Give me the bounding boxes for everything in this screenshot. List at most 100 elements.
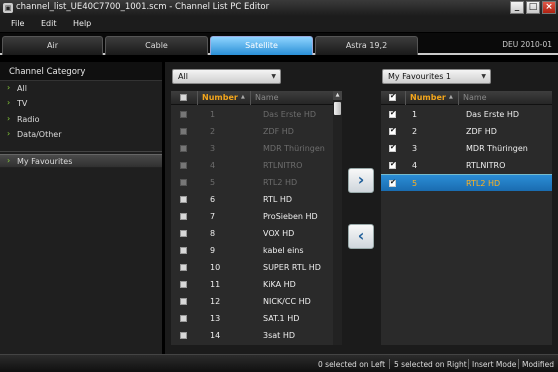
favourite-row[interactable]: 5 RTL2 HD [381,174,552,191]
channel-number: 7 [210,212,216,221]
category-label: Radio [17,115,40,124]
channel-checkbox[interactable] [180,196,187,203]
channel-checkbox[interactable] [180,162,187,169]
arrow-left-icon: ‹ [357,226,365,245]
select-all-checkbox[interactable] [180,94,187,101]
scroll-thumb[interactable] [334,102,341,115]
channel-checkbox[interactable] [180,281,187,288]
favourites-list-dropdown[interactable]: My Favourites 1 ▼ [382,69,491,84]
category-radio[interactable]: › Radio [0,113,162,127]
chevron-right-icon: › [7,156,11,165]
channel-name: RTLNITRO [263,161,303,170]
channel-name: MDR Thüringen [466,144,528,153]
channel-row[interactable]: 11 KiKA HD [171,276,333,293]
column-number-header[interactable]: Number [410,93,446,102]
chevron-right-icon: › [7,114,11,123]
sort-ascending-icon: ▲ [241,94,245,100]
channel-row[interactable]: 1 Das Erste HD [171,106,333,123]
channel-number: 14 [210,331,221,340]
column-name-header[interactable]: Name [463,93,487,102]
channel-checkbox[interactable] [180,332,187,339]
channel-name: kabel eins [263,246,304,255]
favourite-row[interactable]: 3 MDR Thüringen [381,140,552,157]
channel-name: SUPER RTL HD [263,263,321,272]
channel-row[interactable]: 13 SAT.1 HD [171,310,333,327]
channel-checkbox[interactable] [180,128,187,135]
chevron-down-icon: ▼ [481,73,486,80]
channel-row[interactable]: 6 RTL HD [171,191,333,208]
channel-name: RTL2 HD [263,178,298,187]
channel-checkbox[interactable] [180,213,187,220]
category-all[interactable]: › All [0,82,162,96]
channel-number: 2 [210,127,216,136]
column-number-header[interactable]: Number [202,93,238,102]
status-divider [389,359,390,369]
channel-checkbox[interactable] [180,264,187,271]
source-list-scrollbar[interactable]: ▲ [333,91,342,345]
remove-from-favourites-button[interactable]: ‹ [348,224,374,249]
category-label: My Favourites [17,157,73,166]
channel-row[interactable]: 5 RTL2 HD [171,174,333,191]
channel-checkbox[interactable] [180,247,187,254]
channel-row[interactable]: 7 ProSieben HD [171,208,333,225]
channel-row[interactable]: 14 3sat HD [171,327,333,344]
favourite-row[interactable]: 2 ZDF HD [381,123,552,140]
favourite-row[interactable]: 1 Das Erste HD [381,106,552,123]
source-filter-dropdown[interactable]: All ▼ [172,69,281,84]
menu-file[interactable]: File [11,19,24,28]
channel-checkbox[interactable] [180,315,187,322]
favourites-channel-list: Number ▲ Name 1 Das Erste HD 2 ZDF HD 3 MDR T… [381,91,552,345]
favourite-checkbox[interactable] [389,109,396,118]
favourite-row[interactable]: 4 RTLNITRO [381,157,552,174]
channel-row[interactable]: 12 NICK/CC HD [171,293,333,310]
favourite-checkbox[interactable] [389,126,396,135]
channel-row[interactable]: 9 kabel eins [171,242,333,259]
category-my-favourites[interactable]: › My Favourites [0,154,162,168]
category-data-other[interactable]: › Data/Other [0,128,162,142]
status-divider [518,359,519,369]
favourite-checkbox[interactable] [389,143,396,152]
channel-checkbox[interactable] [180,298,187,305]
status-bar: 0 selected on Left 5 selected on Right I… [0,354,558,372]
channel-checkbox[interactable] [180,230,187,237]
channel-number: 11 [210,280,221,289]
favourite-checkbox[interactable] [389,178,396,187]
menu-edit[interactable]: Edit [41,19,57,28]
region-date-info: DEU 2010-01 [502,40,552,49]
channel-checkbox[interactable] [180,111,187,118]
scroll-up-icon[interactable]: ▲ [333,91,342,100]
source-channel-list: Number ▲ Name 1 Das Erste HD 2 ZDF HD 3 MDR T… [171,91,342,345]
status-left-selection: 0 selected on Left [318,360,386,369]
chevron-right-icon: › [7,129,11,138]
tab-bar: Air Cable Satellite Astra 19,2 DEU 2010-… [0,33,558,55]
maximize-icon[interactable]: □ [526,1,540,14]
tab-air[interactable]: Air [2,36,103,55]
tab-astra-19-2[interactable]: Astra 19,2 [315,36,418,55]
channel-row[interactable]: 8 VOX HD [171,225,333,242]
category-tv[interactable]: › TV [0,97,162,111]
add-to-favourites-button[interactable]: › [348,168,374,193]
channel-name: Das Erste HD [263,110,317,119]
chevron-right-icon: › [7,98,11,107]
close-icon[interactable]: × [542,1,556,14]
status-right-selection: 5 selected on Right [394,360,467,369]
select-all-checkbox[interactable] [389,92,396,101]
channel-row[interactable]: 2 ZDF HD [171,123,333,140]
category-label: All [17,84,27,93]
channel-row[interactable]: 4 RTLNITRO [171,157,333,174]
channel-checkbox[interactable] [180,145,187,152]
chevron-right-icon: › [7,83,11,92]
channel-category-header: Channel Category [0,62,162,81]
category-label: TV [17,99,28,108]
minimize-icon[interactable]: _ [510,1,524,14]
channel-checkbox[interactable] [180,179,187,186]
channel-row[interactable]: 3 MDR Thüringen [171,140,333,157]
tab-cable[interactable]: Cable [105,36,208,55]
menu-help[interactable]: Help [73,19,91,28]
tab-satellite[interactable]: Satellite [210,36,313,55]
channel-row[interactable]: 10 SUPER RTL HD [171,259,333,276]
favourite-checkbox[interactable] [389,160,396,169]
channel-number: 10 [210,263,221,272]
channel-number: 12 [210,297,221,306]
column-name-header[interactable]: Name [255,93,279,102]
